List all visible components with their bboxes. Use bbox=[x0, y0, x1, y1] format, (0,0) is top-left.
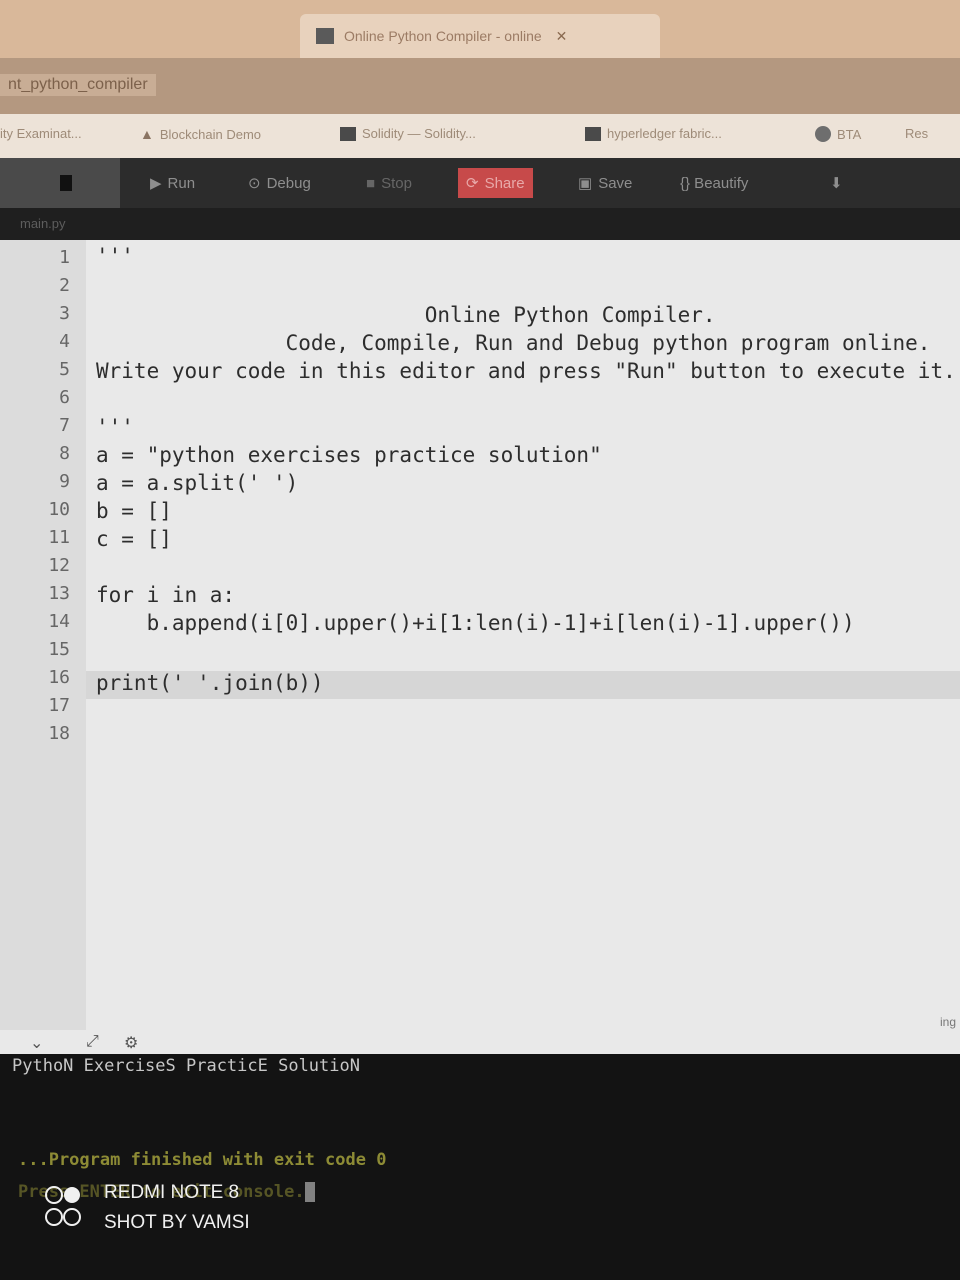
code-editor[interactable]: 1 2 3 4 5 6 7 8 9 10 11 12 13 14 15 16 1… bbox=[0, 240, 960, 1030]
line-number: 2 bbox=[59, 275, 70, 296]
watermark-credit: SHOT BY VAMSI bbox=[104, 1212, 250, 1233]
bookmark-label: Solidity — Solidity... bbox=[362, 126, 476, 141]
address-bar[interactable]: nt_python_compiler bbox=[0, 58, 960, 114]
line-number: 1 bbox=[59, 247, 70, 268]
code-line[interactable]: c = [] bbox=[96, 527, 172, 551]
watermark-device: REDMI NOTE 8 bbox=[104, 1182, 240, 1203]
tab-close-icon[interactable]: ✕ bbox=[556, 28, 568, 45]
triangle-logo-icon: ▲ bbox=[140, 126, 154, 142]
console-cursor bbox=[304, 1182, 315, 1202]
browser-tab-active[interactable]: Online Python Compiler - online ✕ bbox=[300, 14, 660, 58]
code-line[interactable]: ''' bbox=[96, 415, 134, 439]
corner-hint-text: ing bbox=[939, 1015, 956, 1029]
ide-toolbar: ▶ Run ⊙ Debug ■ Stop ⟳ Share ▣ Save {} B… bbox=[0, 158, 960, 208]
share-icon: ⟳ bbox=[466, 175, 479, 192]
bookmark-label: hyperledger fabric... bbox=[607, 126, 722, 141]
line-number-gutter: 1 2 3 4 5 6 7 8 9 10 11 12 13 14 15 16 1… bbox=[0, 240, 86, 1030]
code-line[interactable]: print(' '.join(b)) bbox=[96, 671, 324, 695]
download-icon: ⬇ bbox=[830, 175, 843, 192]
console-toolbar: ⌄ ⤢ ⚙ bbox=[0, 1030, 960, 1054]
debug-button[interactable]: ⊙ Debug bbox=[248, 168, 311, 198]
bookmark-item[interactable]: Res bbox=[905, 126, 928, 141]
browser-tabstrip: Online Python Compiler - online ✕ bbox=[0, 0, 960, 58]
bookmark-label: ity Examinat... bbox=[0, 126, 82, 141]
bookmark-item[interactable]: ▲ Blockchain Demo bbox=[140, 126, 261, 142]
download-button[interactable]: ⬇ bbox=[830, 168, 843, 198]
code-line[interactable]: b.append(i[0].upper()+i[1:len(i)-1]+i[le… bbox=[96, 611, 855, 635]
line-number: 9 bbox=[59, 471, 70, 492]
save-label: Save bbox=[598, 174, 633, 192]
bookmark-label: Blockchain Demo bbox=[159, 126, 262, 142]
bookmark-item[interactable]: Solidity — Solidity... bbox=[340, 126, 476, 141]
stop-icon: ■ bbox=[366, 174, 376, 192]
file-tab-main-py[interactable]: main.py bbox=[20, 216, 66, 231]
expand-arrow-icon[interactable]: ⤢ bbox=[86, 1033, 99, 1051]
code-line[interactable]: ''' bbox=[96, 244, 134, 268]
line-number: 17 bbox=[48, 695, 70, 716]
site-favicon-icon bbox=[316, 28, 334, 44]
browser-tab-title: Online Python Compiler - online bbox=[344, 28, 542, 44]
globe-icon bbox=[815, 126, 831, 142]
file-panel-toggle[interactable] bbox=[0, 158, 120, 208]
line-number: 15 bbox=[48, 639, 70, 660]
code-line[interactable]: b = [] bbox=[96, 499, 172, 523]
code-line[interactable]: a = "python exercises practice solution" bbox=[96, 443, 602, 467]
line-number: 11 bbox=[48, 527, 70, 548]
line-number: 18 bbox=[48, 723, 70, 744]
code-line[interactable]: for i in a: bbox=[96, 583, 235, 607]
file-icon bbox=[60, 175, 72, 191]
camera-rings-icon bbox=[45, 1186, 81, 1226]
bookmark-item[interactable]: ity Examinat... bbox=[0, 126, 82, 141]
file-tab-bar: main.py bbox=[0, 208, 960, 240]
line-number: 8 bbox=[59, 443, 70, 464]
line-number: 7 bbox=[59, 415, 70, 436]
line-number: 12 bbox=[48, 555, 70, 576]
line-number: 13 bbox=[48, 583, 70, 604]
console-output-line: PythoN ExerciseS PracticE SolutioN bbox=[12, 1056, 360, 1076]
settings-icon[interactable]: ⚙ bbox=[124, 1033, 138, 1053]
line-number: 6 bbox=[59, 387, 70, 408]
share-button[interactable]: ⟳ Share bbox=[458, 168, 533, 198]
debug-icon: ⊙ bbox=[248, 175, 261, 192]
bookmark-label: Res bbox=[905, 126, 929, 141]
bookmarks-bar: ity Examinat... ▲ Blockchain Demo Solidi… bbox=[0, 114, 960, 158]
save-button[interactable]: ▣ Save bbox=[578, 168, 632, 198]
collapse-chevron-icon[interactable]: ⌄ bbox=[30, 1033, 43, 1053]
play-icon: ▶ bbox=[150, 175, 162, 192]
bookmark-favicon-icon bbox=[340, 126, 356, 141]
line-number: 4 bbox=[59, 331, 70, 352]
code-line[interactable]: Write your code in this editor and press… bbox=[96, 359, 956, 383]
bookmark-item[interactable]: hyperledger fabric... bbox=[585, 126, 722, 141]
beautify-button[interactable]: {} Beautify bbox=[680, 168, 748, 198]
stop-label: Stop bbox=[381, 174, 412, 192]
bookmark-item[interactable]: BTA bbox=[815, 126, 861, 142]
output-console[interactable]: PythoN ExerciseS PracticE SolutioN ...Pr… bbox=[0, 1054, 960, 1280]
bookmark-label: BTA bbox=[837, 126, 862, 142]
line-number: 16 bbox=[48, 667, 70, 688]
line-number: 14 bbox=[48, 611, 70, 632]
run-label: Run bbox=[167, 174, 196, 192]
url-text[interactable]: nt_python_compiler bbox=[0, 74, 156, 96]
code-line[interactable]: Online Python Compiler. bbox=[96, 303, 716, 327]
save-icon: ▣ bbox=[578, 175, 593, 192]
line-number: 5 bbox=[59, 359, 70, 380]
bookmark-favicon-icon bbox=[585, 126, 601, 141]
console-exit-message: ...Program finished with exit code 0 bbox=[18, 1150, 387, 1170]
line-number: 3 bbox=[59, 303, 70, 324]
debug-label: Debug bbox=[266, 174, 311, 192]
line-number: 10 bbox=[48, 499, 70, 520]
share-label: Share bbox=[484, 174, 525, 192]
code-line[interactable]: a = a.split(' ') bbox=[96, 471, 298, 495]
stop-button[interactable]: ■ Stop bbox=[366, 168, 412, 198]
beautify-label: {} Beautify bbox=[680, 174, 749, 192]
code-line[interactable]: Code, Compile, Run and Debug python prog… bbox=[96, 331, 931, 355]
run-button[interactable]: ▶ Run bbox=[150, 168, 195, 198]
